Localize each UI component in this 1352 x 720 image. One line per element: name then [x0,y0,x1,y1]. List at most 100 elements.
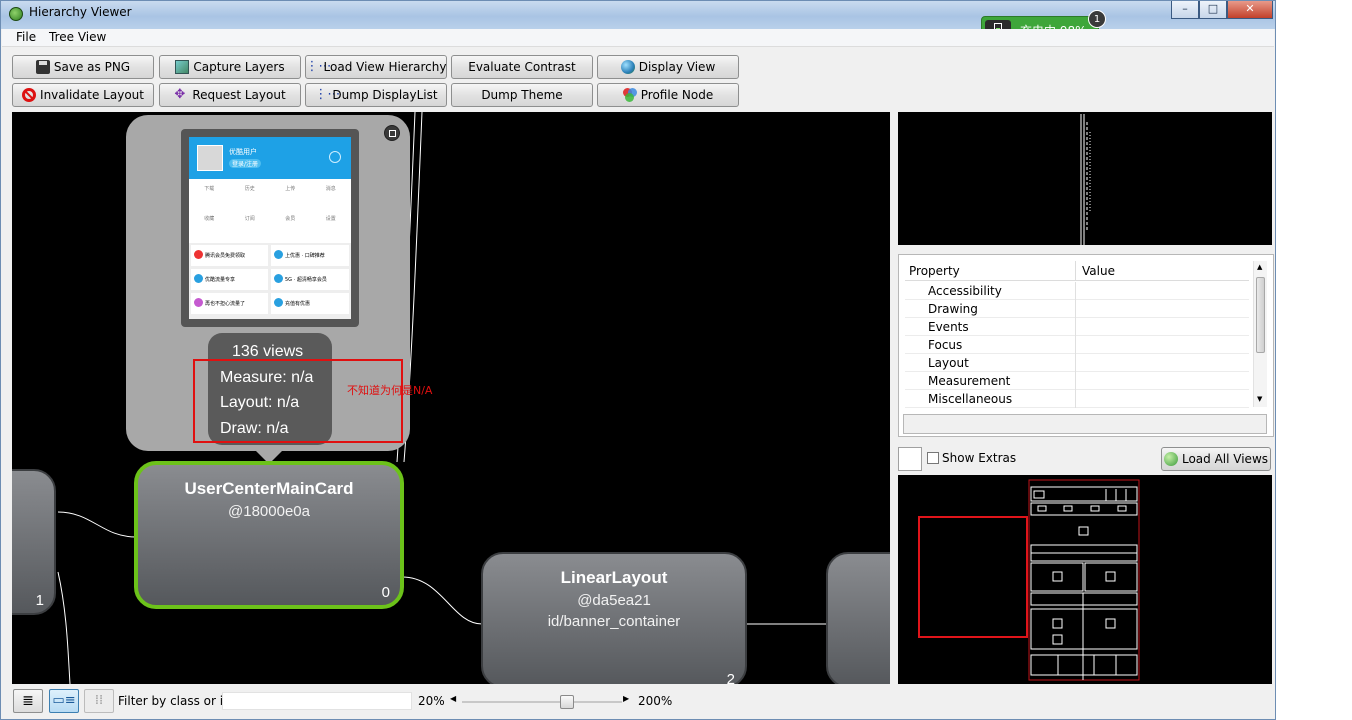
node-hash: @da5ea21 [577,592,651,609]
properties-header: Property Value [905,261,1249,281]
hierarchy-icon: ⋮⋯ [314,87,341,102]
show-extras-label: Show Extras [942,451,1017,465]
grid-item: 收藏 [204,216,215,222]
status-bar: ≣ ▭≡ ⁞⁞ Filter by class or id: 20% ◀ ▶ 2… [2,687,1274,719]
load-view-hierarchy-button[interactable]: ⋮⋯ Load View Hierarchy [305,55,447,79]
floppy-disk-icon [35,60,50,74]
phone-screen: 优酷用户 登录/注册 下载 历史 上传 消息 收藏 订阅 会员 设置 腾讯会员免… [189,137,351,319]
property-row-miscellaneous[interactable]: Miscellaneous [905,390,1249,408]
dump-theme-button[interactable]: Dump Theme [451,83,593,107]
slider-left-arrow-icon[interactable]: ◀ [450,694,456,703]
invalidate-layout-button[interactable]: Invalidate Layout [12,83,154,107]
capture-layers-button[interactable]: Capture Layers [159,55,301,79]
tree-node-linearlayout[interactable]: LinearLayout @da5ea21 id/banner_containe… [481,552,747,684]
node-id: id/banner_container [547,613,681,630]
grid-item: 上传 [285,186,296,192]
profile-circles-icon [622,88,637,102]
slider-right-arrow-icon[interactable]: ▶ [623,694,629,703]
menu-file[interactable]: File [16,30,36,44]
node-class-name: UserCenterMainCard [184,479,354,498]
menu-bar: File Tree View [2,29,1274,47]
overview-wireframe [918,479,1140,681]
tree-view-mode-button[interactable]: ≣ [13,689,43,713]
grid-item: 历史 [244,186,255,192]
filter-input[interactable] [222,692,412,710]
property-name: Focus [928,338,963,352]
properties-scrollbar[interactable]: ▲ ▼ [1253,261,1267,407]
layout-wireframe [1080,114,1091,245]
scroll-up-icon[interactable]: ▲ [1257,263,1262,271]
preview-toggle-button[interactable] [384,125,400,141]
property-row-focus[interactable]: Focus [905,336,1249,354]
annotation-box [193,359,403,443]
tree-node-selected[interactable]: UserCenterMainCard @18000e0a 0 [134,461,404,609]
list-item-icon [194,250,203,259]
color-swatch[interactable] [898,447,922,471]
profile-node-button[interactable]: Profile Node [597,83,739,107]
notification-badge: 1 [1088,10,1106,28]
phone-preview: 优酷用户 登录/注册 下载 历史 上传 消息 收藏 订阅 会员 设置 腾讯会员免… [181,129,359,327]
window-title: Hierarchy Viewer [29,5,132,19]
property-row-layout[interactable]: Layout [905,354,1249,372]
globe-icon [620,60,635,74]
dump-theme-label: Dump Theme [481,88,563,102]
move-arrows-icon: ✥ [174,87,186,102]
list-item-icon [274,250,283,259]
preview-username: 优酷用户 [229,148,257,156]
evaluate-contrast-button[interactable]: Evaluate Contrast [451,55,593,79]
grid-item: 设置 [325,216,336,222]
property-row-events[interactable]: Events [905,318,1249,336]
display-view-button[interactable]: Display View [597,55,739,79]
list-item-icon [194,274,203,283]
property-name: Drawing [928,302,978,316]
load-all-views-button[interactable]: Load All Views [1161,447,1271,471]
property-name: Accessibility [928,284,1002,298]
list-icon: ≣ [22,693,34,709]
zoom-max-label: 200% [638,694,673,708]
preview-header: 优酷用户 登录/注册 [189,137,351,179]
zoom-slider[interactable]: ◀ ▶ [450,694,632,709]
node-index: 1 [35,592,44,609]
slider-track [462,701,622,703]
save-as-png-button[interactable]: Save as PNG [12,55,154,79]
layout-view-mode-button[interactable]: ▭≡ [49,689,79,713]
close-button[interactable]: ✕ [1227,1,1273,19]
save-as-png-label: Save as PNG [53,60,131,74]
property-row-accessibility[interactable]: Accessibility [905,282,1249,300]
grid-icon: ⁞⁞ [94,693,104,708]
reload-globe-icon [1163,452,1178,466]
property-name: Miscellaneous [928,392,1013,406]
scroll-down-icon[interactable]: ▼ [1257,395,1262,403]
grid-item: 下载 [204,186,215,192]
display-view-label: Display View [638,60,716,74]
preview-login: 登录/注册 [229,159,262,168]
no-entry-icon [22,88,37,102]
property-name: Measurement [928,374,1011,388]
request-layout-button[interactable]: ✥ Request Layout [159,83,301,107]
node-hash: @18000e0a [228,503,310,520]
tree-node-right[interactable] [826,552,890,684]
hierarchy-icon: ⋮⋯ [305,59,332,74]
property-row-drawing[interactable]: Drawing [905,300,1249,318]
menu-tree-view[interactable]: Tree View [49,30,106,44]
load-all-views-label: Load All Views [1181,452,1269,466]
layers-icon [175,60,190,74]
tree-view-canvas[interactable]: 1 优酷用户 登录/注册 下载 历史 上传 消息 收藏 订阅 会员 设置 腾讯会… [12,112,890,684]
tree-node-left[interactable]: 1 [12,469,56,615]
grid-item: 消息 [325,186,336,192]
load-view-hierarchy-label: Load View Hierarchy [323,60,447,74]
slider-thumb[interactable] [559,695,574,709]
pixel-view-mode-button[interactable]: ⁞⁞ [84,689,114,713]
list-item-icon [194,298,203,307]
grid-item: 会员 [285,216,296,222]
maximize-button[interactable]: □ [1199,1,1227,19]
property-row-measurement[interactable]: Measurement [905,372,1249,390]
show-extras-checkbox[interactable] [927,452,939,464]
annotation-text: 不知道为何是N/A [347,384,433,397]
tree-overview[interactable] [898,475,1272,684]
property-detail-field[interactable] [903,414,1267,434]
dump-displaylist-button[interactable]: ⋮⋯ Dump DisplayList [305,83,447,107]
scrollbar-thumb[interactable] [1256,277,1265,353]
settings-gear-icon [329,151,341,163]
minimize-button[interactable]: – [1171,1,1199,19]
